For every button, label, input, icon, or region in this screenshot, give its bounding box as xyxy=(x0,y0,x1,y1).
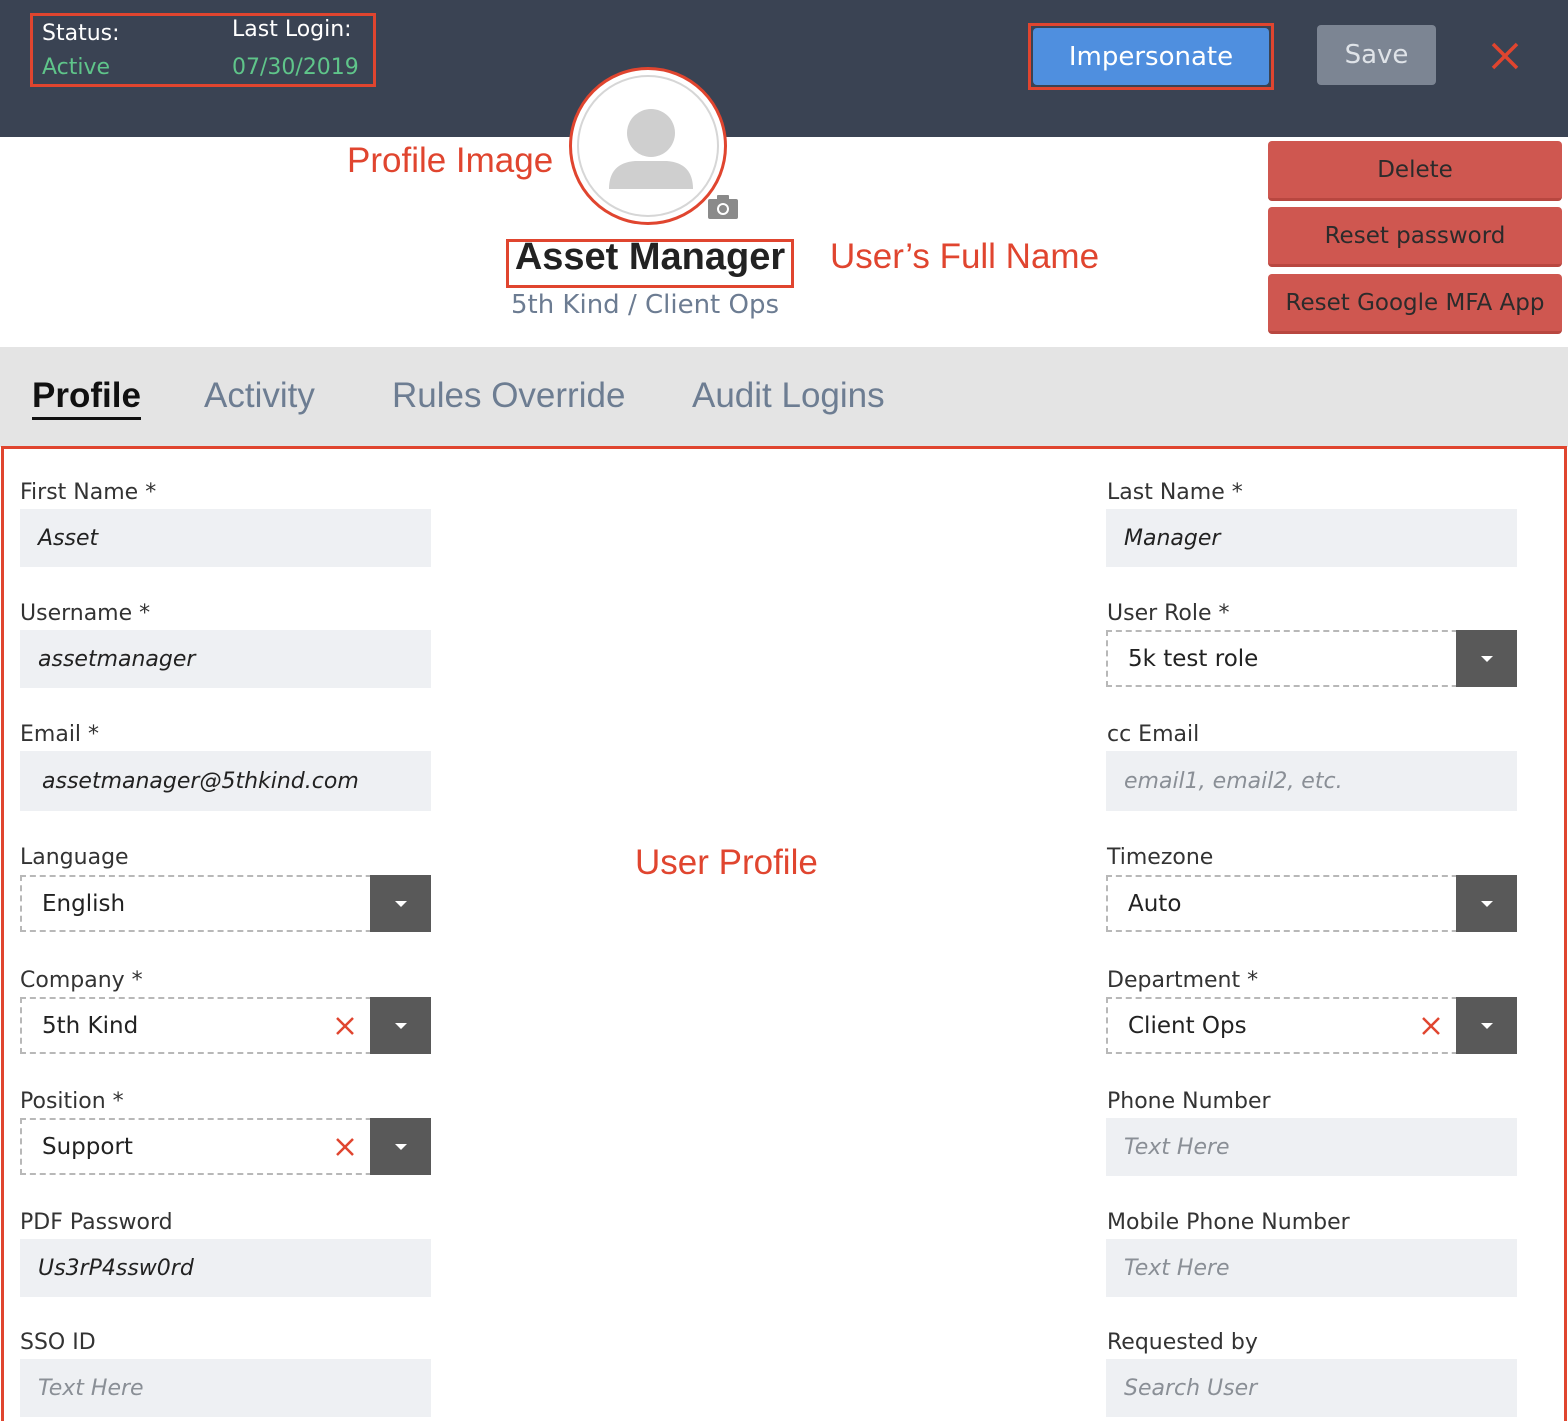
chevron-down-icon[interactable] xyxy=(370,1118,431,1175)
username-input[interactable]: assetmanager xyxy=(20,630,431,688)
first-name-input[interactable]: Asset xyxy=(20,509,431,567)
first-name-label: First Name * xyxy=(20,480,157,505)
position-select[interactable]: Support xyxy=(20,1118,431,1175)
mobile-phone-label: Mobile Phone Number xyxy=(1107,1210,1350,1235)
cc-email-label: cc Email xyxy=(1107,722,1200,747)
email-input[interactable]: assetmanager@5thkind.com xyxy=(20,751,431,811)
requested-by-input[interactable]: Search User xyxy=(1106,1359,1517,1417)
chevron-down-icon[interactable] xyxy=(1456,630,1517,687)
chevron-down-icon[interactable] xyxy=(1456,875,1517,932)
timezone-label: Timezone xyxy=(1107,845,1214,870)
username-label: Username * xyxy=(20,601,151,626)
user-profile-annotation: User Profile xyxy=(635,843,818,882)
pdf-password-label: PDF Password xyxy=(20,1210,173,1235)
position-label: Position * xyxy=(20,1089,124,1114)
save-button[interactable]: Save xyxy=(1317,25,1436,85)
pdf-password-input[interactable]: Us3rP4ssw0rd xyxy=(20,1239,431,1297)
phone-number-label: Phone Number xyxy=(1107,1089,1271,1114)
user-full-name: Asset Manager xyxy=(514,236,786,278)
tab-profile[interactable]: Profile xyxy=(32,376,141,420)
position-value: Support xyxy=(42,1133,133,1160)
language-select[interactable]: English xyxy=(20,875,431,932)
impersonate-button[interactable]: Impersonate xyxy=(1033,28,1269,85)
chevron-down-icon[interactable] xyxy=(370,875,431,932)
chevron-down-icon[interactable] xyxy=(1456,997,1517,1054)
clear-icon[interactable] xyxy=(334,1136,356,1158)
company-value: 5th Kind xyxy=(42,1012,139,1039)
user-role-label: User Role * xyxy=(1107,601,1230,626)
department-label: Department * xyxy=(1107,968,1259,993)
company-department: 5th Kind / Client Ops xyxy=(510,290,780,320)
department-value: Client Ops xyxy=(1128,1012,1247,1039)
sso-id-input[interactable]: Text Here xyxy=(20,1359,431,1417)
company-label: Company * xyxy=(20,968,143,993)
delete-button[interactable]: Delete xyxy=(1268,141,1562,201)
status-value: Active xyxy=(42,55,111,80)
chevron-down-icon[interactable] xyxy=(370,997,431,1054)
last-login-value: 07/30/2019 xyxy=(232,55,359,80)
full-name-annotation: User’s Full Name xyxy=(830,237,1100,276)
reset-mfa-button[interactable]: Reset Google MFA App xyxy=(1268,274,1562,334)
tab-audit-logins[interactable]: Audit Logins xyxy=(692,376,885,416)
user-role-value: 5k test role xyxy=(1128,645,1259,672)
profile-image-annotation: Profile Image xyxy=(347,141,554,180)
timezone-value: Auto xyxy=(1128,890,1182,917)
language-value: English xyxy=(42,890,126,917)
reset-password-button[interactable]: Reset password xyxy=(1268,207,1562,267)
tab-rules-override[interactable]: Rules Override xyxy=(392,376,625,416)
language-label: Language xyxy=(20,845,129,870)
company-select[interactable]: 5th Kind xyxy=(20,997,431,1054)
tab-activity[interactable]: Activity xyxy=(204,376,315,416)
cc-email-input[interactable]: email1, email2, etc. xyxy=(1106,751,1517,811)
profile-image[interactable] xyxy=(569,67,727,225)
last-name-label: Last Name * xyxy=(1107,480,1243,505)
camera-icon[interactable] xyxy=(706,193,740,221)
sso-id-label: SSO ID xyxy=(20,1330,96,1355)
clear-icon[interactable] xyxy=(1420,1015,1442,1037)
last-login-label: Last Login: xyxy=(232,17,352,42)
user-avatar-icon xyxy=(609,109,693,189)
department-select[interactable]: Client Ops xyxy=(1106,997,1517,1054)
timezone-select[interactable]: Auto xyxy=(1106,875,1517,932)
status-label: Status: xyxy=(42,21,120,46)
email-label: Email * xyxy=(20,722,100,747)
phone-number-input[interactable]: Text Here xyxy=(1106,1118,1517,1176)
mobile-phone-input[interactable]: Text Here xyxy=(1106,1239,1517,1297)
clear-icon[interactable] xyxy=(334,1015,356,1037)
user-role-select[interactable]: 5k test role xyxy=(1106,630,1517,687)
requested-by-label: Requested by xyxy=(1107,1330,1258,1355)
close-icon[interactable] xyxy=(1487,38,1523,74)
last-name-input[interactable]: Manager xyxy=(1106,509,1517,567)
